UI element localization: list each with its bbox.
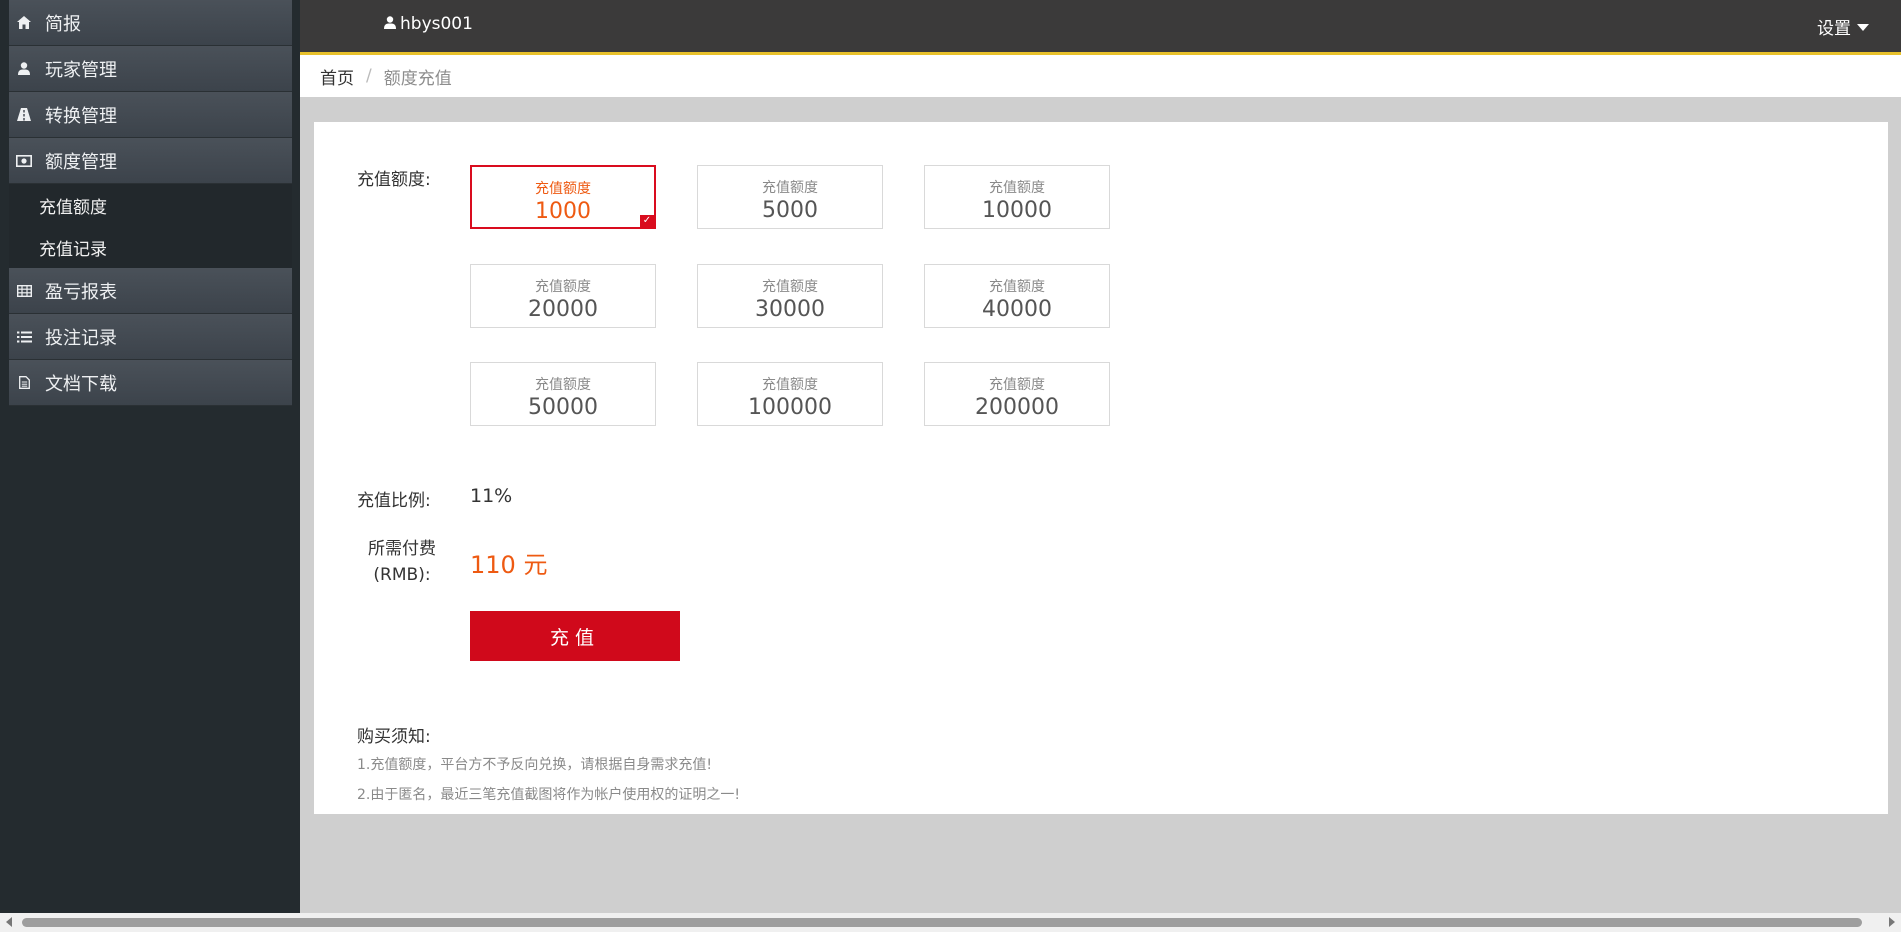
notice-item: 1.充值额度，平台方不予反向兑换，请根据自身需求充值! xyxy=(357,757,712,773)
tile-caption: 充值额度 xyxy=(762,279,818,295)
top-bar: hbys001 设置 xyxy=(300,0,1901,55)
user-icon xyxy=(15,60,33,78)
amount-tile-100000[interactable]: 充值额度 100000 xyxy=(697,362,883,426)
amount-tile-40000[interactable]: 充值额度 40000 xyxy=(924,264,1110,328)
tile-value: 1000 xyxy=(535,199,591,224)
amount-tile-20000[interactable]: 充值额度 20000 xyxy=(470,264,656,328)
username: hbys001 xyxy=(400,14,473,34)
sidebar-item-label: 额度管理 xyxy=(45,151,117,173)
tile-value: 50000 xyxy=(528,395,598,420)
amount-tile-50000[interactable]: 充值额度 50000 xyxy=(470,362,656,426)
sidebar-item-label: 文档下载 xyxy=(45,373,117,395)
sidebar-subitem-recharge-quota[interactable]: 充值额度 xyxy=(9,184,292,226)
breadcrumb-current: 额度充值 xyxy=(383,68,452,89)
breadcrumb-home-link[interactable]: 首页 xyxy=(320,64,354,89)
sidebar-item-label: 盈亏报表 xyxy=(45,281,117,303)
list-icon xyxy=(15,328,33,346)
fee-label-line2: (RMB): xyxy=(373,565,431,585)
user-menu[interactable]: hbys001 xyxy=(384,14,473,34)
settings-label: 设置 xyxy=(1817,19,1851,39)
amount-label: 充值额度: xyxy=(357,170,431,190)
sidebar-item-conversion[interactable]: 转换管理 xyxy=(9,92,292,138)
scroll-left-arrow-icon[interactable] xyxy=(6,917,12,927)
check-icon: ✓ xyxy=(640,215,654,227)
sidebar-item-label: 转换管理 xyxy=(45,105,117,127)
ratio-value: 11% xyxy=(470,485,513,507)
tile-value: 20000 xyxy=(528,297,598,322)
sidebar-subitem-recharge-records[interactable]: 充值记录 xyxy=(9,226,292,268)
tile-caption: 充值额度 xyxy=(535,377,591,393)
tile-caption: 充值额度 xyxy=(535,181,591,197)
sidebar-item-quota[interactable]: 额度管理 xyxy=(9,138,292,184)
sidebar: 简报 玩家管理 转换管理 额度管理 充值额度 充值记录 盈亏报表 投注记录 文档… xyxy=(0,0,300,913)
breadcrumb: 首页 / 额度充值 xyxy=(300,55,1901,97)
recharge-button[interactable]: 充值 xyxy=(470,611,680,661)
table-icon xyxy=(15,282,33,300)
file-icon xyxy=(15,374,33,392)
caret-down-icon xyxy=(1857,24,1869,31)
amount-tile-10000[interactable]: 充值额度 10000 xyxy=(924,165,1110,229)
sidebar-item-profit-report[interactable]: 盈亏报表 xyxy=(9,268,292,314)
road-icon xyxy=(15,106,33,124)
sidebar-item-briefing[interactable]: 简报 xyxy=(9,0,292,46)
fee-label: 所需付费 (RMB): xyxy=(362,536,442,588)
settings-dropdown[interactable]: 设置 xyxy=(1817,14,1869,39)
tile-value: 10000 xyxy=(982,198,1052,223)
tile-value: 5000 xyxy=(762,198,818,223)
sidebar-item-bet-records[interactable]: 投注记录 xyxy=(9,314,292,360)
sidebar-subitem-label: 充值额度 xyxy=(39,197,107,218)
amount-tile-200000[interactable]: 充值额度 200000 xyxy=(924,362,1110,426)
tile-value: 40000 xyxy=(982,297,1052,322)
tile-caption: 充值额度 xyxy=(989,279,1045,295)
notice-title: 购买须知: xyxy=(357,727,431,747)
sidebar-item-players[interactable]: 玩家管理 xyxy=(9,46,292,92)
notice-item: 2.由于匿名，最近三笔充值截图将作为帐户使用权的证明之一! xyxy=(357,787,740,803)
tile-caption: 充值额度 xyxy=(989,180,1045,196)
tile-value: 30000 xyxy=(755,297,825,322)
amount-tile-1000[interactable]: 充值额度 1000 ✓ xyxy=(470,165,656,229)
scrollbar-thumb[interactable] xyxy=(22,918,1862,927)
horizontal-scrollbar[interactable] xyxy=(0,913,1901,932)
home-icon xyxy=(15,14,33,32)
amount-tile-30000[interactable]: 充值额度 30000 xyxy=(697,264,883,328)
money-icon xyxy=(15,152,33,170)
amount-tile-5000[interactable]: 充值额度 5000 xyxy=(697,165,883,229)
tile-value: 100000 xyxy=(748,395,832,420)
sidebar-item-label: 玩家管理 xyxy=(45,59,117,81)
sidebar-item-label: 投注记录 xyxy=(45,327,117,349)
tile-value: 200000 xyxy=(975,395,1059,420)
breadcrumb-separator: / xyxy=(366,66,372,86)
fee-value: 110 元 xyxy=(470,551,548,579)
sidebar-subitem-label: 充值记录 xyxy=(39,239,107,260)
scroll-right-arrow-icon[interactable] xyxy=(1889,917,1895,927)
sidebar-item-label: 简报 xyxy=(45,13,81,35)
recharge-panel: 充值额度: 充值额度 1000 ✓ 充值额度 5000 充值额度 10000 充… xyxy=(314,122,1888,814)
tile-caption: 充值额度 xyxy=(989,377,1045,393)
ratio-label: 充值比例: xyxy=(357,491,431,511)
fee-label-line1: 所需付费 xyxy=(368,539,436,559)
sidebar-menu: 简报 玩家管理 转换管理 额度管理 充值额度 充值记录 盈亏报表 投注记录 文档… xyxy=(9,0,292,406)
tile-caption: 充值额度 xyxy=(762,377,818,393)
sidebar-item-docs-download[interactable]: 文档下载 xyxy=(9,360,292,406)
tile-caption: 充值额度 xyxy=(535,279,591,295)
user-icon xyxy=(384,14,396,34)
tile-caption: 充值额度 xyxy=(762,180,818,196)
